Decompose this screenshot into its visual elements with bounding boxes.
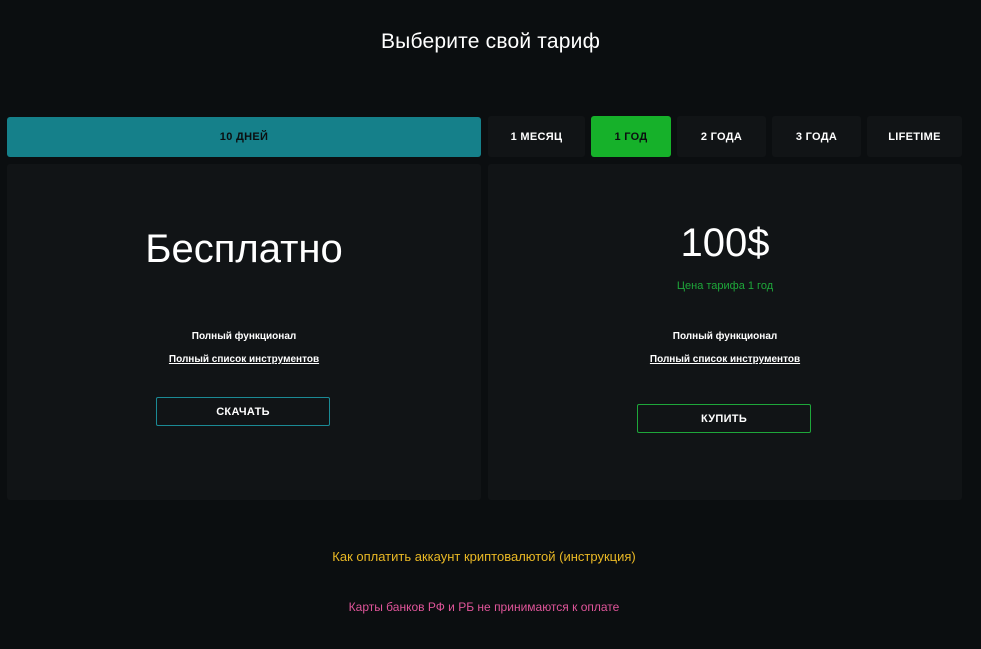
tab-2-years[interactable]: 2 ГОДА — [677, 116, 766, 157]
paid-plan-feature: Полный функционал — [672, 331, 778, 342]
tab-1-year[interactable]: 1 ГОД — [591, 116, 671, 157]
free-plan-card: Бесплатно Полный функционал Полный списо… — [7, 164, 481, 500]
page-title: Выберите свой тариф — [380, 30, 601, 53]
paid-plan-price: 100$ — [680, 221, 770, 265]
paid-plan-price-note: Цена тарифа 1 год — [676, 280, 774, 292]
buy-button[interactable]: КУПИТЬ — [637, 404, 811, 433]
paid-plan-tools-link[interactable]: Полный список инструментов — [488, 354, 962, 365]
free-plan-feature: Полный функционал — [191, 331, 297, 342]
crypto-payment-instruction-link[interactable]: Как оплатить аккаунт криптовалютой (инст… — [0, 549, 968, 564]
tab-3-years[interactable]: 3 ГОДА — [772, 116, 861, 157]
paid-plan-card: 100$ Цена тарифа 1 год Полный функционал… — [488, 164, 962, 500]
download-button[interactable]: СКАЧАТЬ — [156, 397, 330, 426]
tab-lifetime[interactable]: LIFETIME — [867, 116, 962, 157]
bank-cards-notice: Карты банков РФ и РБ не принимаются к оп… — [348, 600, 620, 614]
free-plan-tools-link[interactable]: Полный список инструментов — [7, 354, 481, 365]
tab-1-month[interactable]: 1 МЕСЯЦ — [488, 116, 585, 157]
free-plan-price: Бесплатно — [145, 227, 343, 271]
tab-10-days[interactable]: 10 ДНЕЙ — [7, 117, 481, 157]
